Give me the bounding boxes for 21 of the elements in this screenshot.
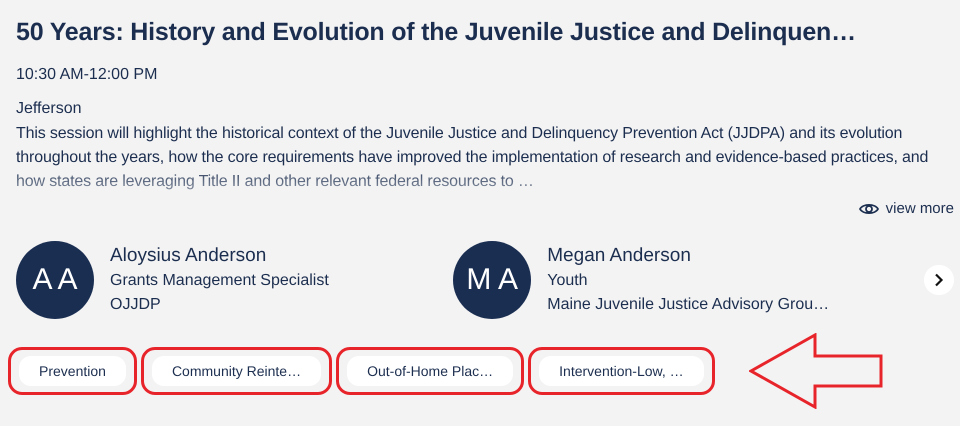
annotation-arrow-icon [748,333,885,409]
topic-tag[interactable]: Community Reinte… [152,356,322,386]
speaker-organization: Maine Juvenile Justice Advisory Grou… [547,295,830,315]
next-button[interactable] [924,265,954,295]
speaker-name: Megan Anderson [547,245,692,267]
speaker-role: Grants Management Specialist [110,271,329,291]
session-title: 50 Years: History and Evolution of the Juvenile Justice and Delinquen… [16,17,857,48]
topic-tag[interactable]: Prevention [19,356,126,386]
speaker-avatar: M A [453,241,532,319]
eye-icon [858,202,879,216]
view-more-link[interactable]: view more [858,200,954,217]
chevron-right-icon [934,273,944,287]
speaker-role: Youth [547,271,589,291]
session-description: This session will highlight the historical context of the Juvenile Justice and Delinquency Prevention Act (JJDPA) and its evolution throughout the years, how the core requirements have improved the implementation of research and evidence-based practices, and how states are leveraging Title II and other relevant federal resources to … [16,124,930,192]
topic-tag[interactable]: Out-of-Home Plac… [347,356,514,386]
session-time: 10:30 AM-12:00 PM [16,65,158,85]
speaker-name: Aloysius Anderson [110,245,268,267]
session-location: Jefferson [16,99,83,119]
topic-tag[interactable]: Intervention-Low, … [539,356,704,386]
speaker-avatar: A A [16,241,94,319]
speaker-organization: OJJDP [110,295,162,315]
